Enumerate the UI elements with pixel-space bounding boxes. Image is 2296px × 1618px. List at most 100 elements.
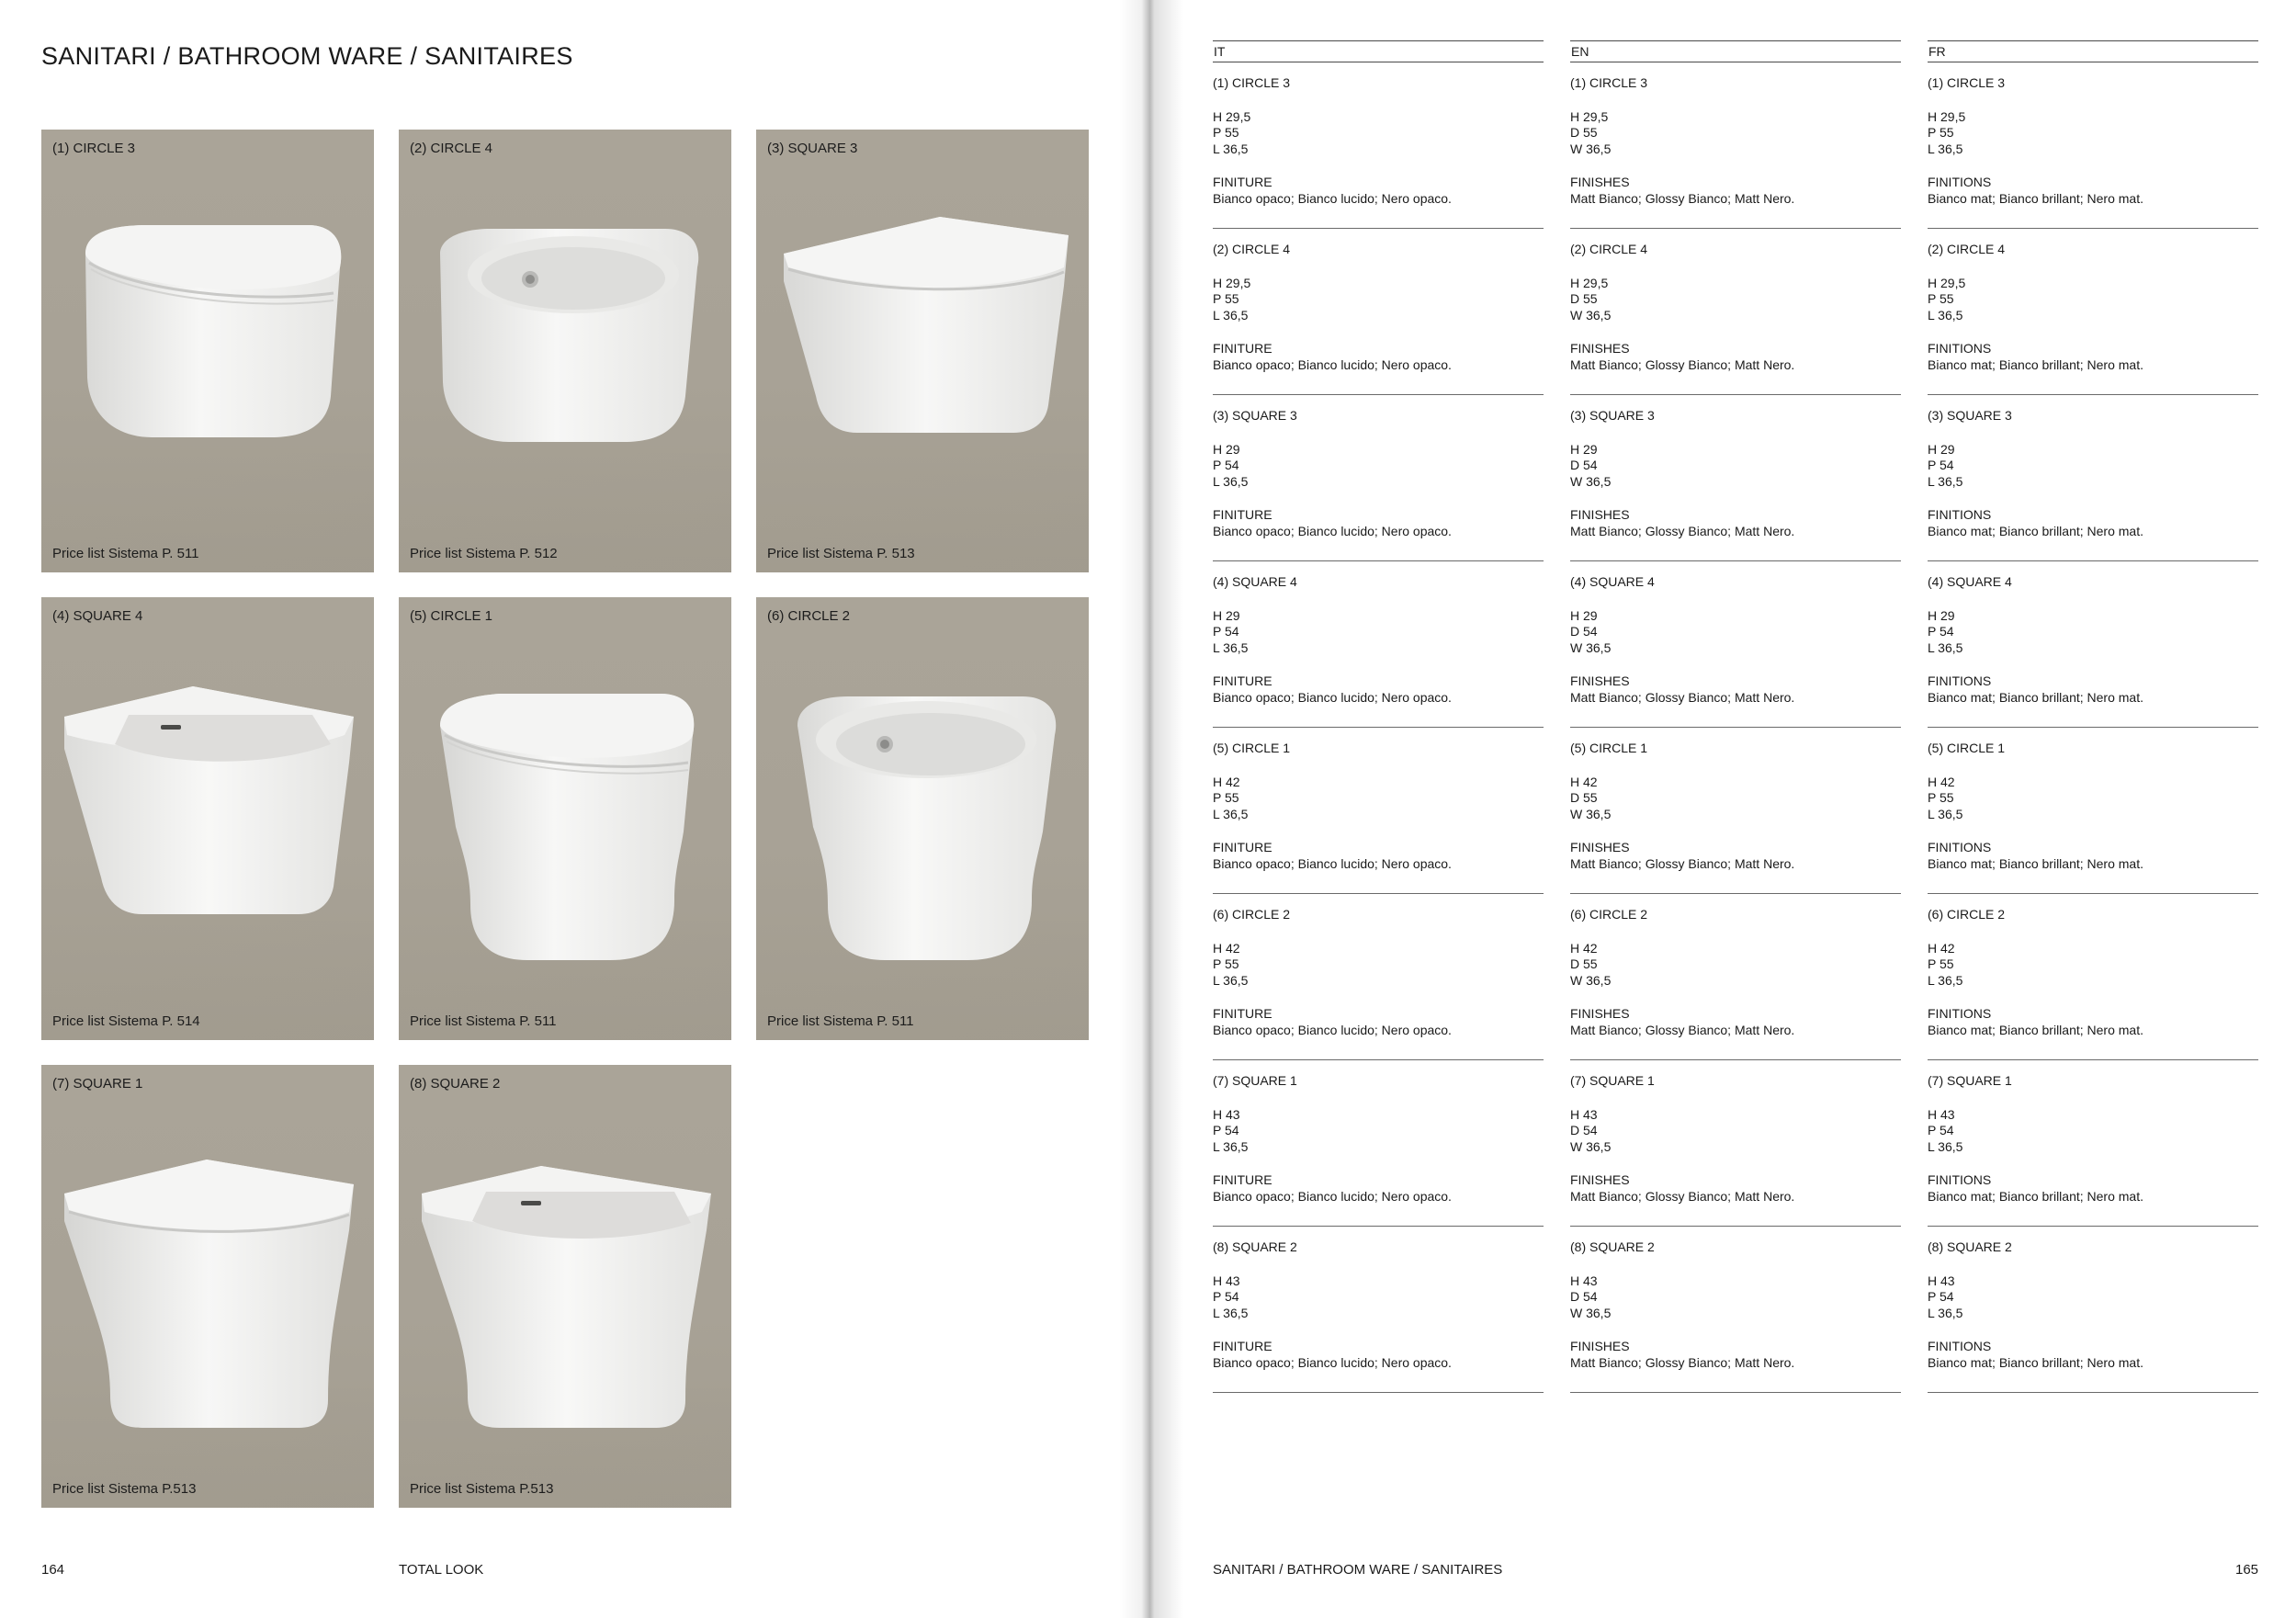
finish-label: FINITIONS xyxy=(1928,1006,1992,1021)
finish-options: Matt Bianco; Glossy Bianco; Matt Nero. xyxy=(1570,523,1795,538)
height-dimension: H 29,5 xyxy=(1213,275,1251,290)
finish-options: Matt Bianco; Glossy Bianco; Matt Nero. xyxy=(1570,190,1795,206)
width-dimension: L 36,5 xyxy=(1213,972,1249,988)
wall-hung-bidet-image xyxy=(440,229,699,442)
product-spec: (6) CIRCLE 2 H 42 P 55 L 36,5 FINITIONS Bianc… xyxy=(1928,894,2258,1060)
height-dimension: H 42 xyxy=(1570,774,1598,789)
product-name: (7) SQUARE 1 xyxy=(1570,1073,1655,1088)
finish-label: FINITIONS xyxy=(1928,175,1992,189)
width-dimension: L 36,5 xyxy=(1928,972,1963,988)
finish-options: Matt Bianco; Glossy Bianco; Matt Nero. xyxy=(1570,356,1795,372)
product-name: (6) CIRCLE 2 xyxy=(1570,907,1648,922)
product-name: (2) CIRCLE 4 xyxy=(1928,242,2006,256)
finish-label: FINITIONS xyxy=(1928,1339,1992,1353)
height-dimension: H 42 xyxy=(1928,940,1955,956)
finish-options: Bianco opaco; Bianco lucido; Nero opaco. xyxy=(1213,523,1452,538)
floor-wc-square-image xyxy=(64,1160,354,1428)
product-name: (7) SQUARE 1 xyxy=(1928,1073,2012,1088)
card-label: (2) CIRCLE 4 xyxy=(410,141,493,156)
floor-bidet-square-image xyxy=(422,1166,711,1428)
language-header: IT xyxy=(1213,40,1544,62)
finish-options: Bianco mat; Bianco brillant; Nero mat. xyxy=(1928,523,2143,538)
width-dimension: W 36,5 xyxy=(1570,806,1612,821)
product-card-circle-2[interactable]: (6) CIRCLE 2 Price list Sistema P. 511 xyxy=(756,597,1089,1040)
finish-options: Bianco mat; Bianco brillant; Nero mat. xyxy=(1928,855,2143,871)
page-number-left: 164 xyxy=(41,1562,65,1578)
finish-label: FINISHES xyxy=(1570,673,1630,688)
finish-options: Bianco opaco; Bianco lucido; Nero opaco. xyxy=(1213,190,1452,206)
product-name: (4) SQUARE 4 xyxy=(1570,574,1655,589)
height-dimension: H 29,5 xyxy=(1570,108,1609,124)
product-spec: (3) SQUARE 3 H 29 D 54 W 36,5 FINISHES Matt B… xyxy=(1570,395,1901,561)
width-dimension: L 36,5 xyxy=(1213,1305,1249,1320)
finish-label: FINITURE xyxy=(1213,1006,1272,1021)
catalog-spread: SANITARI / BATHROOM WARE / SANITAIRES (1… xyxy=(0,0,2296,1618)
section-name: TOTAL LOOK xyxy=(399,1562,484,1578)
product-name: (2) CIRCLE 4 xyxy=(1570,242,1648,256)
left-page: SANITARI / BATHROOM WARE / SANITAIRES (1… xyxy=(0,0,1150,1618)
page-title: SANITARI / BATHROOM WARE / SANITAIRES xyxy=(41,42,573,70)
depth-dimension: P 55 xyxy=(1213,956,1239,971)
finish-label: FINISHES xyxy=(1570,1172,1630,1187)
product-name: (3) SQUARE 3 xyxy=(1213,408,1297,423)
product-spec: (8) SQUARE 2 H 43 D 54 W 36,5 FINISHES Matt B… xyxy=(1570,1227,1901,1393)
product-card-circle-3[interactable]: (1) CIRCLE 3 Price list Sistema P. 511 xyxy=(41,130,374,572)
column-it: IT (1) CIRCLE 3H 29,5 P 55 L 36,5 FINITURE Bi… xyxy=(1213,40,1544,1393)
product-card-square-4[interactable]: (4) SQUARE 4 Price list Sistema P. 514 xyxy=(41,597,374,1040)
column-fr: FR (1) CIRCLE 3H 29,5 P 55 L 36,5 FINITIONS B… xyxy=(1928,40,2258,1393)
product-card-circle-4[interactable]: (2) CIRCLE 4 Price list Sistema P. 512 xyxy=(399,130,731,572)
product-spec: (4) SQUARE 4 H 29 D 54 W 36,5 FINISHES Matt B… xyxy=(1570,561,1901,728)
depth-dimension: P 55 xyxy=(1213,125,1239,140)
product-name: (4) SQUARE 4 xyxy=(1928,574,2012,589)
finish-label: FINITIONS xyxy=(1928,840,1992,854)
width-dimension: L 36,5 xyxy=(1213,806,1249,821)
product-card-square-3[interactable]: (3) SQUARE 3 Price list Sistema P. 513 xyxy=(756,130,1089,572)
product-name: (8) SQUARE 2 xyxy=(1928,1239,2012,1254)
height-dimension: H 43 xyxy=(1570,1273,1598,1288)
finish-label: FINITIONS xyxy=(1928,507,1992,522)
product-card-circle-1[interactable]: (5) CIRCLE 1 Price list Sistema P. 511 xyxy=(399,597,731,1040)
height-dimension: H 29 xyxy=(1213,607,1240,623)
wall-hung-wc-square-image xyxy=(784,217,1069,433)
finish-options: Bianco mat; Bianco brillant; Nero mat. xyxy=(1928,1188,2143,1204)
depth-dimension: D 55 xyxy=(1570,291,1598,306)
product-spec: (1) CIRCLE 3 H 29,5 D 55 W 36,5 FINISHES Matt… xyxy=(1570,62,1901,229)
card-label: (7) SQUARE 1 xyxy=(52,1076,143,1092)
finish-label: FINITIONS xyxy=(1928,673,1992,688)
depth-dimension: P 54 xyxy=(1928,1289,1954,1304)
product-spec: (7) SQUARE 1 H 43 P 54 L 36,5 FINITIONS Bianc… xyxy=(1928,1060,2258,1227)
floor-wc-image xyxy=(440,694,695,960)
depth-dimension: P 54 xyxy=(1213,1289,1239,1304)
finish-label: FINITURE xyxy=(1213,1339,1272,1353)
product-name: (8) SQUARE 2 xyxy=(1213,1239,1297,1254)
finish-label: FINITIONS xyxy=(1928,341,1992,356)
width-dimension: W 36,5 xyxy=(1570,1305,1612,1320)
card-label: (4) SQUARE 4 xyxy=(52,608,143,624)
depth-dimension: P 55 xyxy=(1928,291,1954,306)
height-dimension: H 29 xyxy=(1570,441,1598,457)
depth-dimension: P 54 xyxy=(1213,1123,1239,1137)
depth-dimension: P 54 xyxy=(1928,624,1954,639)
width-dimension: W 36,5 xyxy=(1570,972,1612,988)
width-dimension: L 36,5 xyxy=(1213,141,1249,156)
product-card-square-2[interactable]: (8) SQUARE 2 Price list Sistema P.513 xyxy=(399,1065,731,1508)
finish-label: FINITURE xyxy=(1213,840,1272,854)
card-price-ref: Price list Sistema P. 513 xyxy=(767,546,915,561)
finish-label: FINITURE xyxy=(1213,175,1272,189)
depth-dimension: D 54 xyxy=(1570,1123,1598,1137)
height-dimension: H 43 xyxy=(1928,1106,1955,1122)
product-spec: (8) SQUARE 2 H 43 P 54 L 36,5 FINITIONS Bianc… xyxy=(1928,1227,2258,1393)
width-dimension: L 36,5 xyxy=(1928,307,1963,322)
finish-label: FINITURE xyxy=(1213,341,1272,356)
finish-options: Matt Bianco; Glossy Bianco; Matt Nero. xyxy=(1570,855,1795,871)
product-card-square-1[interactable]: (7) SQUARE 1 Price list Sistema P.513 xyxy=(41,1065,374,1508)
width-dimension: W 36,5 xyxy=(1570,639,1612,655)
product-name: (1) CIRCLE 3 xyxy=(1213,75,1291,90)
finish-label: FINITURE xyxy=(1213,1172,1272,1187)
finish-label: FINITIONS xyxy=(1928,1172,1992,1187)
floor-bidet-image xyxy=(797,696,1057,960)
product-spec: (2) CIRCLE 4 H 29,5 P 55 L 36,5 FINITIONS Bia… xyxy=(1928,229,2258,395)
finish-label: FINISHES xyxy=(1570,341,1630,356)
depth-dimension: D 55 xyxy=(1570,125,1598,140)
height-dimension: H 42 xyxy=(1570,940,1598,956)
